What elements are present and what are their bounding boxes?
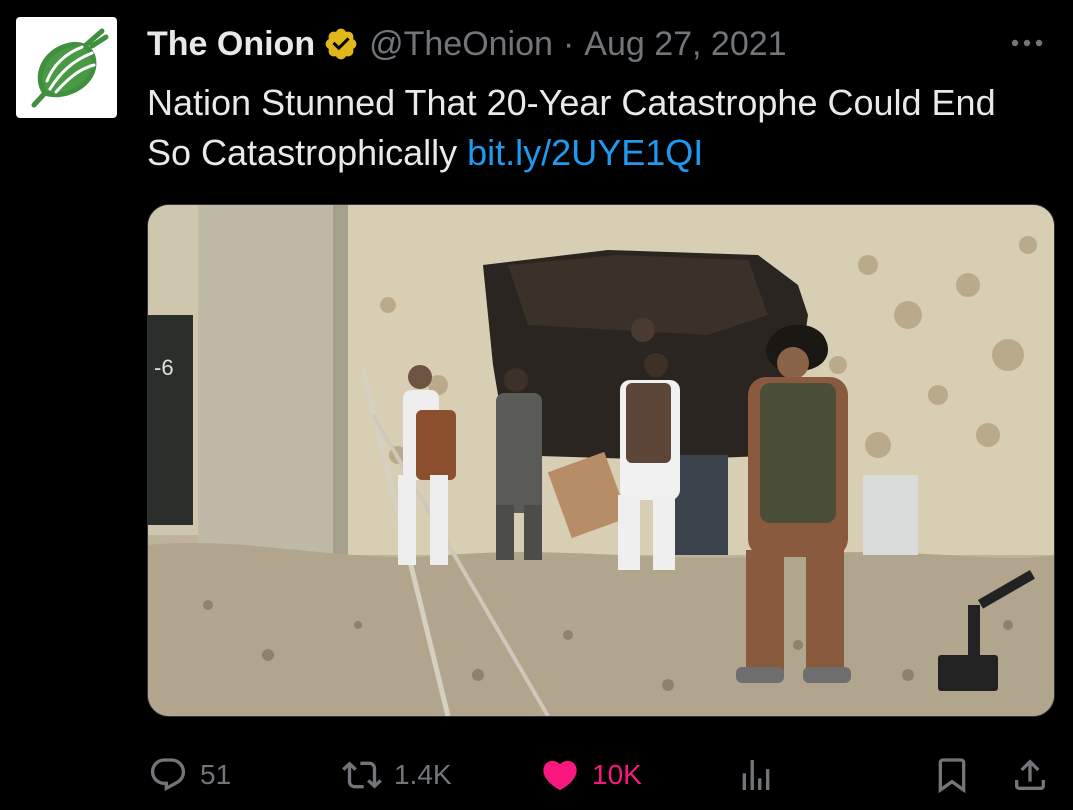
bookmark-button[interactable]	[932, 745, 984, 805]
like-count: 10K	[592, 759, 642, 790]
bookmark-icon	[938, 758, 966, 794]
share-button[interactable]	[1010, 745, 1062, 805]
author-handle[interactable]: @TheOnion	[369, 25, 553, 64]
reply-count: 51	[200, 759, 232, 790]
retweet-count: 1.4K	[394, 759, 452, 790]
onion-logo-icon	[31, 28, 108, 107]
wall-sign-text: -6	[154, 355, 174, 380]
avatar[interactable]	[16, 17, 117, 118]
tweet-text: Nation Stunned That 20-Year Catastrophe …	[147, 78, 1027, 178]
analytics-icon	[742, 760, 770, 790]
action-bar: 51 1.4K 10K	[0, 745, 1073, 805]
reply-button[interactable]: 51	[148, 745, 231, 805]
tweet-date[interactable]: Aug 27, 2021	[584, 25, 786, 64]
author-name[interactable]: The Onion	[147, 25, 315, 64]
tweet-header: The Onion @TheOnion · Aug 27, 2021	[147, 22, 787, 66]
share-icon	[1015, 759, 1045, 790]
views-button[interactable]	[736, 745, 788, 805]
reply-icon	[150, 758, 186, 792]
retweet-button[interactable]: 1.4K	[342, 745, 452, 805]
like-button[interactable]: 10K	[540, 745, 642, 805]
photo-scene: -6	[148, 205, 1054, 716]
verified-badge-icon[interactable]	[323, 26, 359, 62]
retweet-icon	[342, 761, 382, 789]
tweet-link[interactable]: bit.ly/2UYE1QI	[467, 132, 703, 173]
heart-icon	[543, 760, 577, 791]
more-icon[interactable]	[1007, 27, 1047, 57]
tweet-photo[interactable]: -6	[147, 204, 1055, 717]
separator-dot: ·	[562, 24, 575, 63]
